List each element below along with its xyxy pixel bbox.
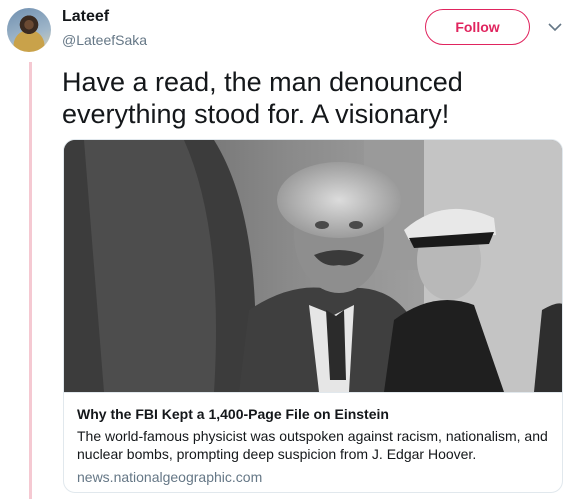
link-card[interactable]: Why the FBI Kept a 1,400-Page File on Ei… (63, 139, 563, 493)
card-description: The world-famous physicist was outspoken… (77, 428, 548, 462)
follow-button[interactable]: Follow (425, 9, 530, 45)
thread-line (29, 62, 32, 499)
card-body[interactable]: Why the FBI Kept a 1,400-Page File on Ei… (64, 392, 562, 492)
chevron-down-icon[interactable] (546, 18, 564, 36)
tweet-text: Have a read, the man denounced everythin… (62, 67, 463, 129)
card-image[interactable] (64, 140, 562, 392)
card-domain[interactable]: news.nationalgeographic.com (77, 468, 551, 486)
card-title[interactable]: Why the FBI Kept a 1,400-Page File on Ei… (77, 405, 551, 423)
author-name[interactable]: Lateef (62, 8, 109, 26)
avatar[interactable] (7, 8, 51, 52)
author-handle[interactable]: @LateefSaka (62, 32, 147, 48)
